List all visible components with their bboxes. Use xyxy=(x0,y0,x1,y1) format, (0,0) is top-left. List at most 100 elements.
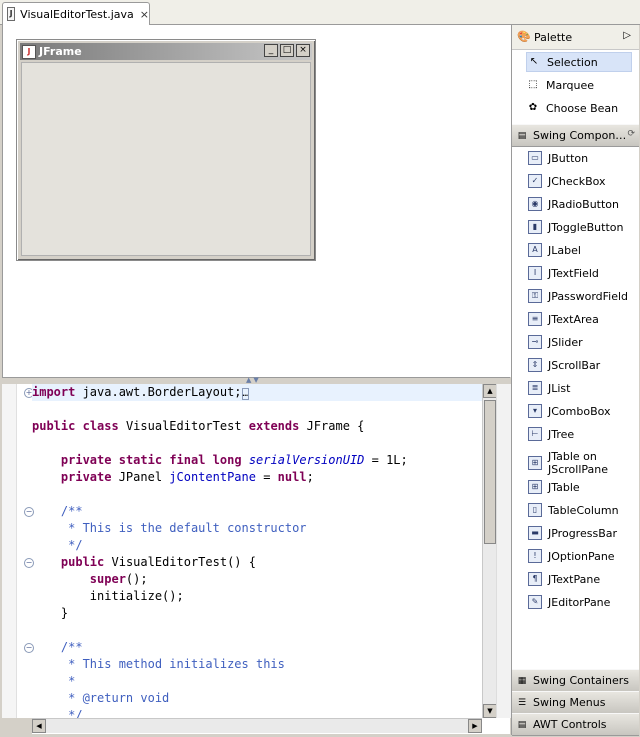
palette-item-joptionpane[interactable]: ! JOptionPane xyxy=(528,548,636,564)
maximize-button[interactable]: □ xyxy=(280,44,294,57)
collapsed-imports-box[interactable]: … xyxy=(241,388,249,400)
code-line[interactable] xyxy=(32,486,482,503)
code-token: ; xyxy=(306,470,314,484)
tree-icon: ⊢ xyxy=(528,427,542,441)
palette-item-jlist[interactable]: ≣ JList xyxy=(528,380,636,396)
code-line[interactable]: super(); xyxy=(32,571,482,588)
palette-item-jtogglebutton[interactable]: ▮ JToggleButton xyxy=(528,219,636,235)
palette-header[interactable]: 🎨 Palette ▷ xyxy=(512,25,639,50)
code-token: long xyxy=(212,453,242,467)
code-line[interactable]: private static final long serialVersionU… xyxy=(32,452,482,469)
editor-gutter xyxy=(2,384,17,718)
jframe-bean[interactable]: J JFrame _ □ × xyxy=(16,39,316,261)
palette-item-jbutton[interactable]: ▭ JButton xyxy=(528,150,636,166)
code-line[interactable] xyxy=(32,622,482,639)
palette-item-jlabel[interactable]: A JLabel xyxy=(528,242,636,258)
code-line[interactable]: } xyxy=(32,605,482,622)
drawer-swing-menus[interactable]: ☰ Swing Menus xyxy=(512,691,639,714)
code-line[interactable]: /** xyxy=(32,503,482,520)
palette-tool-label: Choose Bean xyxy=(546,101,619,115)
palette-item-jtextfield[interactable]: I JTextField xyxy=(528,265,636,281)
code-line[interactable]: private JPanel jContentPane = null; xyxy=(32,469,482,486)
palette-item-label: JScrollBar xyxy=(548,358,601,372)
palette-item-jcheckbox[interactable]: ✓ JCheckBox xyxy=(528,173,636,189)
code-line[interactable]: * This is the default constructor xyxy=(32,520,482,537)
palette-item-jcombobox[interactable]: ▾ JComboBox xyxy=(528,403,636,419)
code-line[interactable] xyxy=(32,401,482,418)
code-text[interactable]: import java.awt.BorderLayout;… public cla… xyxy=(32,384,482,718)
code-line[interactable]: * This method initializes this xyxy=(32,656,482,673)
drawer-swing-components[interactable]: ▤ Swing Compon… ⟳ xyxy=(512,124,639,147)
jframe-titlebar[interactable]: J JFrame _ □ × xyxy=(20,43,312,60)
code-line[interactable]: */ xyxy=(32,537,482,554)
palette-menu-arrow-icon[interactable]: ▷ xyxy=(623,30,631,41)
code-line[interactable]: import java.awt.BorderLayout;… xyxy=(32,384,482,401)
close-button[interactable]: × xyxy=(296,44,310,57)
scrollbar-thumb[interactable] xyxy=(484,400,496,544)
scroll-left-arrow-icon[interactable]: ◀ xyxy=(32,719,46,733)
code-token: * This is the default constructor xyxy=(32,521,307,535)
source-editor[interactable]: + − − − import java.awt.BorderLayout;… pu… xyxy=(2,384,511,734)
code-token: public xyxy=(32,419,76,433)
palette-item-label: JCheckBox xyxy=(548,174,606,188)
palette-item-jtable-on[interactable]: ⊞ JTable on JScrollPane xyxy=(528,449,636,477)
pin-icon[interactable]: ⟳ xyxy=(627,129,635,139)
palette-item-jradiobutton[interactable]: ◉ JRadioButton xyxy=(528,196,636,212)
jframe-content-pane[interactable] xyxy=(21,62,311,256)
code-line[interactable]: public class VisualEditorTest extends JF… xyxy=(32,418,482,435)
palette-item-jprogressbar[interactable]: ▬ JProgressBar xyxy=(528,525,636,541)
code-line[interactable] xyxy=(32,435,482,452)
code-line[interactable]: */ xyxy=(32,707,482,718)
scroll-right-arrow-icon[interactable]: ▶ xyxy=(468,719,482,733)
palette-item-label: JRadioButton xyxy=(548,197,620,211)
bean-icon: ✿ xyxy=(528,102,538,113)
minimize-button[interactable]: _ xyxy=(264,44,278,57)
palette-item-jtextarea[interactable]: ≡ JTextArea xyxy=(528,311,636,327)
scroll-down-arrow-icon[interactable]: ▼ xyxy=(483,704,497,718)
code-token: initialize(); xyxy=(32,589,184,603)
palette-item-jpasswordfield[interactable]: ⚿ JPasswordField xyxy=(528,288,636,304)
code-token: (); xyxy=(125,572,148,586)
horizontal-scrollbar[interactable]: ◀ ▶ xyxy=(32,718,482,733)
editorpane-icon: ✎ xyxy=(528,595,542,609)
code-token: /** xyxy=(32,504,83,518)
drawer-label: AWT Controls xyxy=(533,718,607,731)
scroll-up-arrow-icon[interactable]: ▲ xyxy=(483,384,497,398)
palette-tool-selection[interactable]: ↖ Selection xyxy=(526,52,632,72)
palette-item-jscrollbar[interactable]: ⇕ JScrollBar xyxy=(528,357,636,373)
palette-item-jeditorpane[interactable]: ✎ JEditorPane xyxy=(528,594,636,610)
palette-item-jtable[interactable]: ⊞ JTable xyxy=(528,479,636,495)
swing-components-icon: ▤ xyxy=(517,130,527,141)
table-column-icon: ▯ xyxy=(528,503,542,517)
close-icon[interactable]: × xyxy=(140,8,149,21)
slider-icon: ⊸ xyxy=(528,335,542,349)
code-line[interactable]: * @return void xyxy=(32,690,482,707)
code-token: /** xyxy=(32,640,83,654)
code-line[interactable]: public VisualEditorTest() { xyxy=(32,554,482,571)
code-token: serialVersionUID xyxy=(248,453,365,467)
palette-panel: 🎨 Palette ▷ ↖ Selection ⬚ Marquee ✿ Choose Be… xyxy=(511,25,639,736)
code-token: import xyxy=(32,385,76,399)
palette-item-label: JPasswordField xyxy=(548,289,629,303)
visual-designer-canvas[interactable]: J JFrame _ □ × xyxy=(2,25,511,377)
overview-ruler[interactable] xyxy=(496,384,511,718)
code-line[interactable]: initialize(); xyxy=(32,588,482,605)
palette-tool-marquee[interactable]: ⬚ Marquee xyxy=(526,75,632,95)
code-token: class xyxy=(82,419,119,433)
palette-item-tablecolumn[interactable]: ▯ TableColumn xyxy=(528,502,636,518)
palette-item-jtextpane[interactable]: ¶ JTextPane xyxy=(528,571,636,587)
palette-tool-choose-bean[interactable]: ✿ Choose Bean xyxy=(526,98,632,118)
collapse-arrows-icon[interactable]: ▲▼ xyxy=(246,376,261,384)
palette-item-jtree[interactable]: ⊢ JTree xyxy=(528,426,636,442)
code-line[interactable]: /** xyxy=(32,639,482,656)
palette-item-jslider[interactable]: ⊸ JSlider xyxy=(528,334,636,350)
code-line[interactable]: * xyxy=(32,673,482,690)
drawer-awt-controls[interactable]: ▤ AWT Controls xyxy=(512,713,639,736)
editor-tab-visualeditortest[interactable]: J VisualEditorTest.java × xyxy=(2,2,150,25)
drawer-swing-containers[interactable]: ▦ Swing Containers xyxy=(512,669,639,692)
vertical-scrollbar[interactable]: ▲ ▼ xyxy=(482,384,497,718)
palette-item-label: JTable on JScrollPane xyxy=(548,450,609,476)
